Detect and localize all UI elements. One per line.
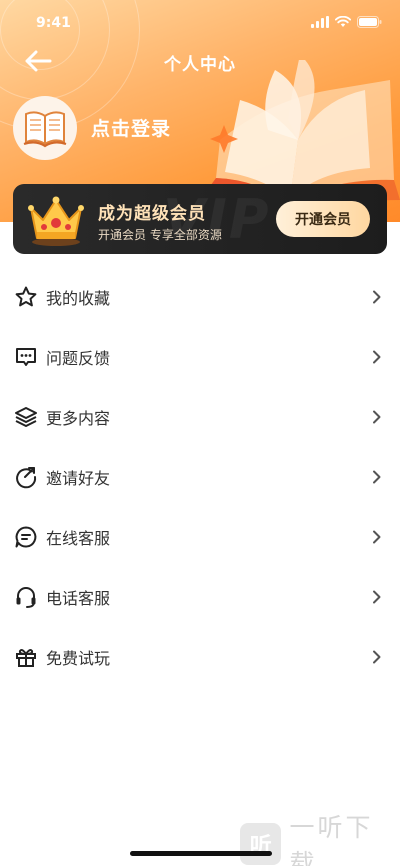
chevron-right-icon [370, 590, 384, 604]
vip-title: 成为超级会员 [98, 204, 206, 224]
menu-item-label: 电话客服 [46, 589, 111, 608]
signal-icon [311, 16, 329, 28]
star-icon [13, 284, 39, 310]
login-link[interactable]: 点击登录 [91, 114, 171, 141]
menu-item-phone-service[interactable]: 电话客服 [0, 567, 400, 627]
status-icons [311, 16, 382, 28]
chevron-right-icon [370, 350, 384, 364]
menu-item-label: 邀请好友 [46, 469, 111, 488]
menu-item-label: 在线客服 [46, 529, 111, 548]
watermark-text: 一听下载 [289, 813, 374, 866]
chevron-right-icon [370, 290, 384, 304]
open-membership-button[interactable]: 开通会员 [276, 201, 370, 237]
layers-icon [13, 404, 39, 430]
message-dots-icon [13, 344, 39, 370]
menu-item-label: 问题反馈 [46, 349, 111, 368]
chevron-right-icon [370, 470, 384, 484]
wifi-icon [335, 16, 351, 27]
status-time: 9:41 [36, 15, 71, 31]
headset-icon [13, 584, 39, 610]
page-title: 个人中心 [164, 55, 236, 75]
menu-item-favorites[interactable]: 我的收藏 [0, 267, 400, 327]
home-indicator[interactable] [130, 851, 272, 856]
status-bar: 9:41 [0, 0, 400, 44]
vip-subtitle: 开通会员 专享全部资源 [98, 228, 222, 242]
menu-item-invite-friends[interactable]: 邀请好友 [0, 447, 400, 507]
crown-icon [28, 196, 84, 246]
menu-item-feedback[interactable]: 问题反馈 [0, 327, 400, 387]
menu-item-online-service[interactable]: 在线客服 [0, 507, 400, 567]
menu-item-label: 免费试玩 [46, 649, 111, 668]
chevron-right-icon [370, 530, 384, 544]
settings-menu: 我的收藏 问题反馈 更多内容 邀请好友 在线客服 电话客服 免费试玩 [0, 267, 400, 687]
menu-item-label: 我的收藏 [46, 289, 111, 308]
chevron-right-icon [370, 650, 384, 664]
menu-item-free-trial[interactable]: 免费试玩 [0, 627, 400, 687]
menu-item-more-content[interactable]: 更多内容 [0, 387, 400, 447]
chat-lines-icon [13, 524, 39, 550]
gift-icon [13, 644, 39, 670]
vip-card[interactable]: VIP 成为超级会员 开通会员 专享全部资源 开通会员 [13, 184, 387, 254]
battery-icon [357, 16, 382, 28]
chevron-right-icon [370, 410, 384, 424]
watermark-logo-glyph: 听 [240, 823, 282, 865]
share-arrow-icon [13, 464, 39, 490]
site-watermark: 听 一听下载 [240, 813, 400, 866]
book-icon [23, 111, 67, 148]
menu-item-label: 更多内容 [46, 409, 111, 428]
avatar[interactable] [13, 96, 77, 160]
